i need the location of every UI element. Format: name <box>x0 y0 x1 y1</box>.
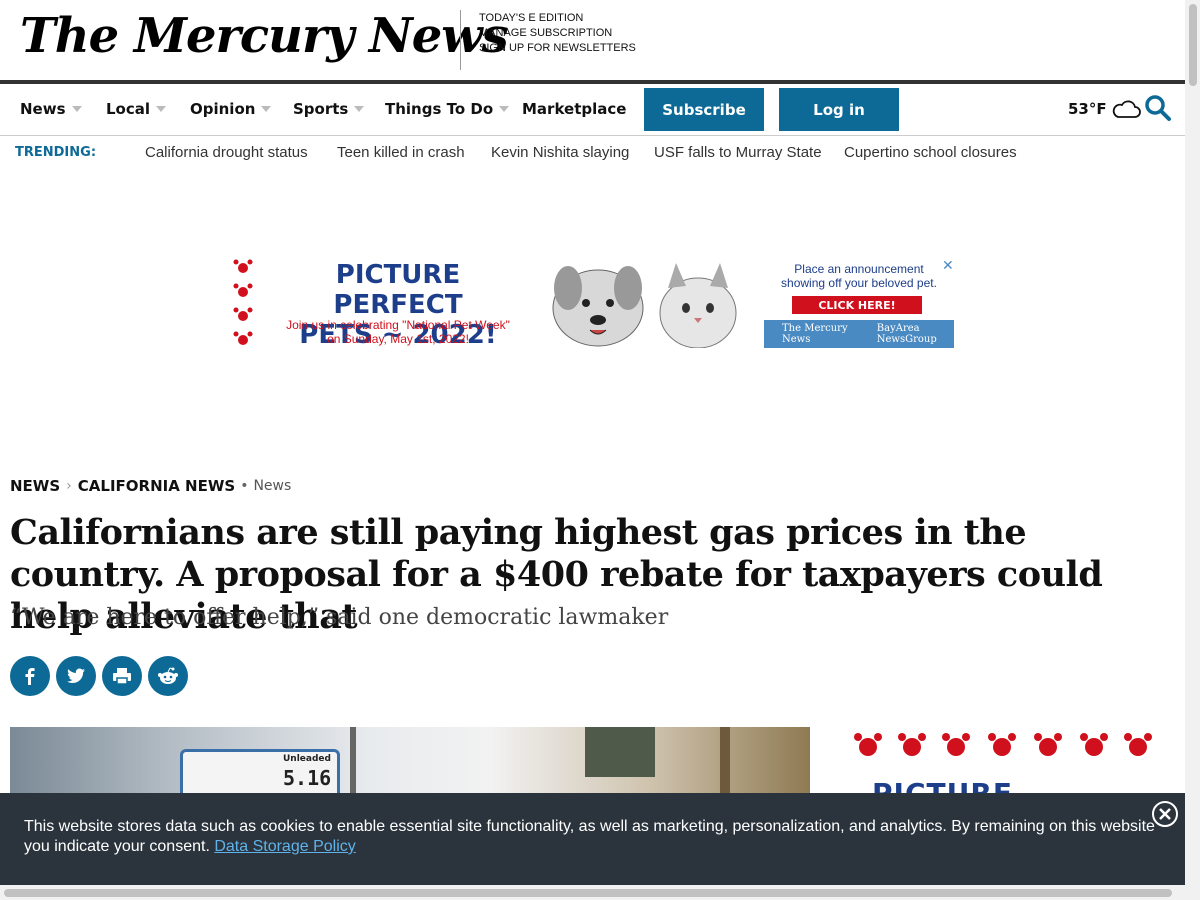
trending-label: TRENDING: <box>15 145 97 160</box>
twitter-icon <box>67 668 85 684</box>
print-icon <box>113 668 131 685</box>
newsletter-signup-link[interactable]: SIGN UP FOR NEWSLETTERS <box>479 41 636 56</box>
nav-item-news[interactable]: News <box>20 100 82 118</box>
nav-item-opinion[interactable]: Opinion <box>190 100 272 118</box>
breadcrumb-california-news[interactable]: CALIFORNIA NEWS <box>78 477 235 495</box>
ad-announcement-line: showing off your beloved pet. <box>781 276 937 290</box>
vertical-scrollbar[interactable] <box>1185 0 1200 900</box>
search-icon[interactable] <box>1144 94 1172 126</box>
twitter-share-button[interactable] <box>56 656 96 696</box>
nav-item-label: Marketplace <box>522 100 627 118</box>
cookie-banner: This website stores data such as cookies… <box>0 793 1185 885</box>
chevron-down-icon <box>156 106 167 112</box>
ad-announcement-line: Place an announcement <box>794 262 924 276</box>
horizontal-scrollbar[interactable] <box>0 885 1185 900</box>
trending-link[interactable]: Cupertino school closures <box>844 144 1017 161</box>
gas-price-sign: Unleaded 5.16 <box>180 749 340 793</box>
chevron-down-icon <box>71 106 82 112</box>
ad-subtitle: Join us in celebrating "National Pet Wee… <box>268 318 528 346</box>
ad-footer: The Mercury News BayArea NewsGroup <box>764 320 954 348</box>
facebook-share-button[interactable] <box>10 656 50 696</box>
ad-title-line: PICTURE PERFECT <box>333 260 463 320</box>
masthead-divider <box>460 10 461 70</box>
scrollbar-thumb[interactable] <box>4 889 1172 897</box>
nav-item-label: Opinion <box>190 100 256 118</box>
ad-subtitle-line: on Sunday, May 1st, 2022! <box>327 332 469 346</box>
dot-separator: • <box>240 478 249 494</box>
share-buttons <box>10 656 188 696</box>
trending-link[interactable]: Kevin Nishita slaying <box>491 144 629 161</box>
nav-item-local[interactable]: Local <box>106 100 167 118</box>
chevron-right-icon: › <box>66 478 72 494</box>
nav-item-label: Local <box>106 100 151 118</box>
nav-item-marketplace[interactable]: Marketplace <box>522 100 626 118</box>
dog-and-cat-illustration <box>552 263 737 348</box>
ad-click-button[interactable]: CLICK HERE! <box>792 296 922 314</box>
facebook-icon <box>25 668 35 685</box>
main-nav: News Local Opinion Sports Things To Do M… <box>0 80 1185 136</box>
site-logo[interactable]: The Mercury News <box>20 8 509 64</box>
paw-print-icon <box>233 259 253 345</box>
nav-item-label: Things To Do <box>385 100 494 118</box>
e-edition-link[interactable]: TODAY'S E EDITION <box>479 11 636 26</box>
print-button[interactable] <box>102 656 142 696</box>
article-lead-image[interactable]: Unleaded 5.16 <box>10 727 810 793</box>
article-tag: News <box>253 478 292 494</box>
trending-link[interactable]: USF falls to Murray State <box>654 144 822 161</box>
street-pole <box>350 727 356 793</box>
banner-ad[interactable]: PICTURE PERFECT PETS ~ 2022! Join us in … <box>232 258 954 350</box>
chevron-down-icon <box>354 106 365 112</box>
article-subhead: “We are here to offer help,” said one de… <box>10 605 669 630</box>
chevron-down-icon <box>499 106 510 112</box>
chevron-down-icon <box>261 106 272 112</box>
nav-item-label: Sports <box>293 100 349 118</box>
close-icon[interactable] <box>1152 801 1178 827</box>
traffic-signal <box>585 727 655 777</box>
ad-announcement-text: Place an announcement showing off your b… <box>764 262 954 290</box>
cloud-icon <box>1112 100 1141 118</box>
gas-sign-label: Unleaded <box>283 754 331 764</box>
nav-item-things-to-do[interactable]: Things To Do <box>385 100 510 118</box>
nav-item-sports[interactable]: Sports <box>293 100 365 118</box>
reddit-share-button[interactable] <box>148 656 188 696</box>
breadcrumb-news[interactable]: NEWS <box>10 477 60 495</box>
scrollbar-thumb[interactable] <box>1189 4 1197 86</box>
cookie-text: This website stores data such as cookies… <box>24 817 1164 857</box>
ad-subtitle-line: Join us in celebrating "National Pet Wee… <box>286 318 510 332</box>
breadcrumb: NEWS › CALIFORNIA NEWS • News <box>10 477 291 495</box>
subscribe-button[interactable]: Subscribe <box>644 88 764 131</box>
trending-link[interactable]: Teen killed in crash <box>337 144 465 161</box>
trending-bar: TRENDING: California drought status Teen… <box>0 136 1185 170</box>
paw-print-icon <box>854 733 1152 756</box>
manage-subscription-link[interactable]: MANAGE SUBSCRIPTION <box>479 26 636 41</box>
trending-link[interactable]: California drought status <box>145 144 308 161</box>
cookie-message: This website stores data such as cookies… <box>24 818 1155 855</box>
data-storage-policy-link[interactable]: Data Storage Policy <box>214 838 355 855</box>
gas-sign-price: 5.16 <box>283 766 332 790</box>
weather-temp: 53°F <box>1068 100 1107 118</box>
masthead-links: TODAY'S E EDITION MANAGE SUBSCRIPTION SI… <box>479 11 636 56</box>
sidebar-ad[interactable]: PICTURE PERFECT <box>852 727 1154 843</box>
nav-item-label: News <box>20 100 66 118</box>
ad-footer-brand: The Mercury News <box>782 323 848 345</box>
ad-footer-group: BayArea NewsGroup <box>876 323 937 345</box>
reddit-icon <box>158 667 178 684</box>
weather-widget[interactable]: 53°F <box>1068 98 1141 120</box>
utility-pole <box>720 727 730 793</box>
ad-close-icon[interactable]: ✕ <box>942 258 954 274</box>
masthead: The Mercury News TODAY'S E EDITION MANAG… <box>0 0 1185 80</box>
login-button[interactable]: Log in <box>779 88 899 131</box>
